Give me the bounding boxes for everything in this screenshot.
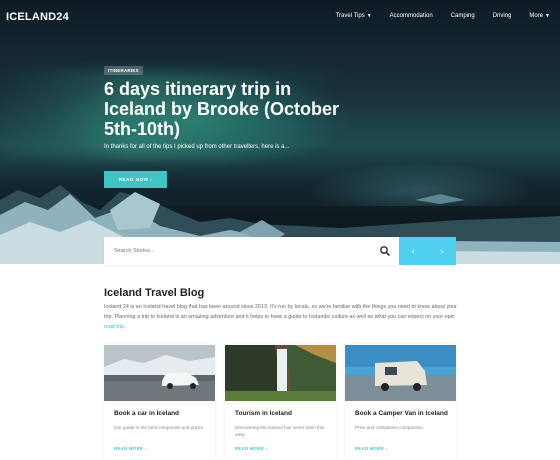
nav-driving-label: Driving (492, 13, 512, 19)
blog-heading: Iceland Travel Blog (104, 287, 205, 299)
nav-more[interactable]: More ▼ (529, 13, 550, 19)
card-tourism[interactable]: Tourism in Iceland Discovering the Icela… (225, 345, 336, 460)
read-more-link[interactable]: READ MORE › (355, 446, 388, 451)
blog-intro-text: Iceland 24 is an Iceland travel blog tha… (104, 304, 457, 320)
blog-intro: Iceland 24 is an Iceland travel blog tha… (104, 302, 460, 332)
prev-arrow-icon[interactable]: ‹ (399, 237, 428, 265)
read-now-button[interactable]: READ NOW › (104, 171, 167, 188)
card-book-car[interactable]: Book a car in Iceland Our guide to the b… (104, 345, 215, 460)
read-more-link[interactable]: READ MORE › (235, 446, 268, 451)
waterfall-photo (225, 345, 336, 401)
nav-accommodation[interactable]: Accommodation (390, 13, 433, 19)
nav-driving[interactable]: Driving (493, 13, 512, 19)
camper-van-photo (345, 345, 456, 401)
chevron-down-icon: ▼ (366, 13, 372, 19)
nav-more-label: More (529, 13, 544, 19)
blog-intro-end: . (123, 324, 126, 330)
slider-controls: ‹ › (399, 237, 456, 265)
card-title[interactable]: Book a car in Iceland (114, 410, 179, 417)
main-nav: Travel Tips ▼ Accommodation Camping Driv… (318, 13, 550, 19)
search-bar (104, 237, 399, 265)
nav-camping-label: Camping (450, 13, 475, 19)
nav-travel-tips[interactable]: Travel Tips ▼ (336, 13, 372, 19)
read-more-link[interactable]: READ MORE › (114, 446, 147, 451)
search-input[interactable] (114, 248, 374, 254)
card-camper-van[interactable]: Book a Camper Van in Iceland Price and c… (345, 345, 456, 460)
site-logo[interactable]: ICELAND24 (6, 11, 69, 23)
hero-title[interactable]: 6 days itinerary trip in Iceland by Broo… (104, 79, 344, 139)
chevron-down-icon: ▼ (545, 13, 550, 19)
hero-section: ICELAND24 Travel Tips ▼ Accommodation Ca… (0, 0, 560, 264)
card-title[interactable]: Book a Camper Van in Iceland (355, 410, 448, 417)
category-badge[interactable]: ITINERARIES (104, 66, 143, 75)
card-title[interactable]: Tourism in Iceland (235, 410, 292, 417)
card-description: Price and companies comparison. (355, 425, 425, 430)
nav-travel-tips-label: Travel Tips (335, 13, 365, 19)
nav-camping[interactable]: Camping (451, 13, 475, 19)
nav-accommodation-label: Accommodation (389, 13, 433, 19)
next-arrow-icon[interactable]: › (428, 237, 457, 265)
car-photo (104, 345, 215, 401)
card-description: Discovering the Iceland has never been t… (235, 425, 325, 437)
hero-subtitle: In thanks for all of the tips I picked u… (104, 144, 290, 150)
search-icon[interactable] (379, 245, 391, 257)
road-trip-link[interactable]: road trip (104, 324, 124, 330)
card-description: Our guide to the best companies and pric… (114, 425, 203, 430)
